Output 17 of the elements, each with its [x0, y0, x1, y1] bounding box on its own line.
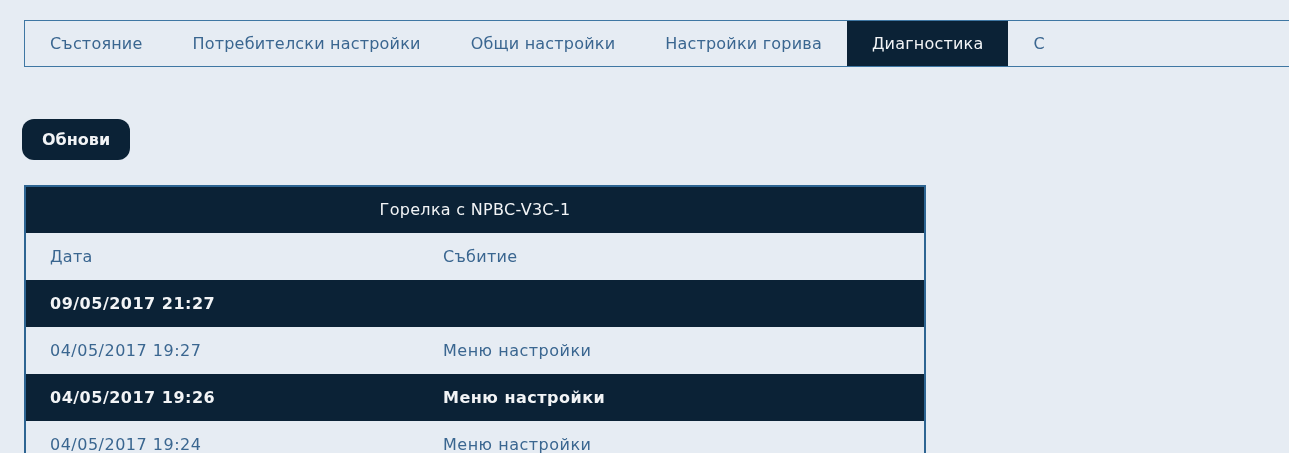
column-header: Дата [49, 245, 94, 268]
table-cell-text: 04/05/2017 19:26 [49, 386, 217, 409]
table-cell-text: Меню настройки [443, 339, 592, 362]
tab[interactable]: Настройки горива [640, 21, 847, 66]
refresh-button[interactable]: Обнови [22, 119, 131, 160]
table-title: Горелка с NPBC-V3C-1 [26, 187, 924, 233]
tab[interactable]: Общи настройки [445, 21, 641, 66]
table-cell-text: Меню настройки [443, 433, 592, 453]
table-cell-text: 04/05/2017 19:27 [49, 339, 203, 362]
tab[interactable]: С [1008, 21, 1070, 66]
column-header: Събитие [443, 245, 518, 268]
tab[interactable]: Потребителски настройки [167, 21, 446, 66]
table-cell-text: 09/05/2017 21:27 [49, 292, 217, 315]
tab[interactable]: Диагностика [846, 21, 1009, 66]
tab[interactable]: Състояние [25, 21, 168, 66]
table-cell-text: Меню настройки [443, 386, 606, 409]
table-cell-text: 04/05/2017 19:24 [49, 433, 203, 453]
